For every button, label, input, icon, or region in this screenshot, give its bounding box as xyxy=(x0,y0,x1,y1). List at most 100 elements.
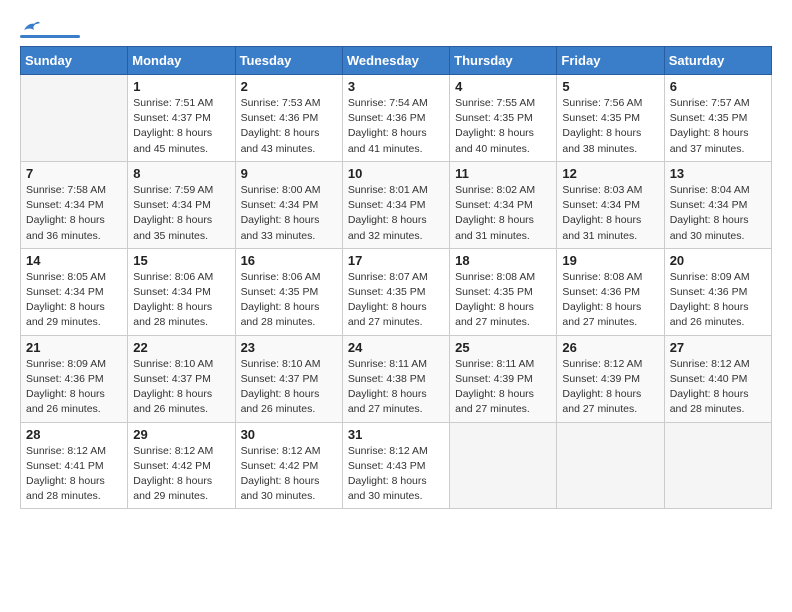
calendar-week-row: 7Sunrise: 7:58 AM Sunset: 4:34 PM Daylig… xyxy=(21,161,772,248)
day-number: 19 xyxy=(562,253,658,268)
day-number: 11 xyxy=(455,166,551,181)
day-number: 12 xyxy=(562,166,658,181)
calendar-week-row: 1Sunrise: 7:51 AM Sunset: 4:37 PM Daylig… xyxy=(21,75,772,162)
calendar-week-row: 28Sunrise: 8:12 AM Sunset: 4:41 PM Dayli… xyxy=(21,422,772,509)
calendar-cell: 24 Sunrise: 8:11 AM Sunset: 4:38 PM Dayli… xyxy=(342,335,449,422)
column-header-friday: Friday xyxy=(557,47,664,75)
day-info: Sunrise: 8:04 AM Sunset: 4:34 PM Dayligh… xyxy=(670,183,766,244)
day-info: Sunrise: 8:08 AM Sunset: 4:36 PM Dayligh… xyxy=(562,270,658,331)
day-number: 17 xyxy=(348,253,444,268)
calendar-cell: 12 Sunrise: 8:03 AM Sunset: 4:34 PM Dayli… xyxy=(557,161,664,248)
logo-bird-icon xyxy=(22,20,40,34)
calendar-cell: 9 Sunrise: 8:00 AM Sunset: 4:34 PM Daylig… xyxy=(235,161,342,248)
calendar-cell: 7Sunrise: 7:58 AM Sunset: 4:34 PM Daylig… xyxy=(21,161,128,248)
calendar-week-row: 21 Sunrise: 8:09 AM Sunset: 4:36 PM Dayli… xyxy=(21,335,772,422)
day-number: 16 xyxy=(241,253,337,268)
day-info: Sunrise: 8:01 AM Sunset: 4:34 PM Dayligh… xyxy=(348,183,444,244)
day-number: 13 xyxy=(670,166,766,181)
calendar-cell xyxy=(664,422,771,509)
calendar-cell: 5 Sunrise: 7:56 AM Sunset: 4:35 PM Daylig… xyxy=(557,75,664,162)
day-number: 6 xyxy=(670,79,766,94)
day-number: 25 xyxy=(455,340,551,355)
calendar-cell: 1Sunrise: 7:51 AM Sunset: 4:37 PM Daylig… xyxy=(128,75,235,162)
day-info: Sunrise: 8:11 AM Sunset: 4:39 PM Dayligh… xyxy=(455,357,551,418)
day-info: Sunrise: 7:56 AM Sunset: 4:35 PM Dayligh… xyxy=(562,96,658,157)
day-number: 20 xyxy=(670,253,766,268)
day-info: Sunrise: 8:12 AM Sunset: 4:42 PM Dayligh… xyxy=(133,444,229,505)
calendar-cell: 19 Sunrise: 8:08 AM Sunset: 4:36 PM Dayli… xyxy=(557,248,664,335)
calendar-cell: 25 Sunrise: 8:11 AM Sunset: 4:39 PM Dayli… xyxy=(450,335,557,422)
day-number: 24 xyxy=(348,340,444,355)
calendar-table: SundayMondayTuesdayWednesdayThursdayFrid… xyxy=(20,46,772,509)
column-header-wednesday: Wednesday xyxy=(342,47,449,75)
calendar-cell: 26Sunrise: 8:12 AM Sunset: 4:39 PM Dayli… xyxy=(557,335,664,422)
day-info: Sunrise: 8:08 AM Sunset: 4:35 PM Dayligh… xyxy=(455,270,551,331)
day-info: Sunrise: 8:06 AM Sunset: 4:35 PM Dayligh… xyxy=(241,270,337,331)
calendar-cell: 15 Sunrise: 8:06 AM Sunset: 4:34 PM Dayli… xyxy=(128,248,235,335)
day-number: 31 xyxy=(348,427,444,442)
day-info: Sunrise: 8:03 AM Sunset: 4:34 PM Dayligh… xyxy=(562,183,658,244)
day-number: 4 xyxy=(455,79,551,94)
calendar-cell: 23Sunrise: 8:10 AM Sunset: 4:37 PM Dayli… xyxy=(235,335,342,422)
day-info: Sunrise: 8:09 AM Sunset: 4:36 PM Dayligh… xyxy=(670,270,766,331)
day-number: 3 xyxy=(348,79,444,94)
day-info: Sunrise: 8:05 AM Sunset: 4:34 PM Dayligh… xyxy=(26,270,122,331)
day-info: Sunrise: 8:12 AM Sunset: 4:43 PM Dayligh… xyxy=(348,444,444,505)
page-header xyxy=(20,20,772,38)
column-header-sunday: Sunday xyxy=(21,47,128,75)
calendar-cell: 13 Sunrise: 8:04 AM Sunset: 4:34 PM Dayli… xyxy=(664,161,771,248)
day-info: Sunrise: 7:59 AM Sunset: 4:34 PM Dayligh… xyxy=(133,183,229,244)
day-number: 5 xyxy=(562,79,658,94)
day-number: 22 xyxy=(133,340,229,355)
day-info: Sunrise: 8:02 AM Sunset: 4:34 PM Dayligh… xyxy=(455,183,551,244)
calendar-cell: 3 Sunrise: 7:54 AM Sunset: 4:36 PM Daylig… xyxy=(342,75,449,162)
day-number: 14 xyxy=(26,253,122,268)
calendar-cell: 17 Sunrise: 8:07 AM Sunset: 4:35 PM Dayli… xyxy=(342,248,449,335)
calendar-header-row: SundayMondayTuesdayWednesdayThursdayFrid… xyxy=(21,47,772,75)
day-info: Sunrise: 8:09 AM Sunset: 4:36 PM Dayligh… xyxy=(26,357,122,418)
day-number: 30 xyxy=(241,427,337,442)
calendar-cell: 21 Sunrise: 8:09 AM Sunset: 4:36 PM Dayli… xyxy=(21,335,128,422)
day-info: Sunrise: 7:58 AM Sunset: 4:34 PM Dayligh… xyxy=(26,183,122,244)
day-number: 8 xyxy=(133,166,229,181)
calendar-cell: 2Sunrise: 7:53 AM Sunset: 4:36 PM Daylig… xyxy=(235,75,342,162)
calendar-cell: 28Sunrise: 8:12 AM Sunset: 4:41 PM Dayli… xyxy=(21,422,128,509)
calendar-cell: 16 Sunrise: 8:06 AM Sunset: 4:35 PM Dayli… xyxy=(235,248,342,335)
calendar-cell: 4 Sunrise: 7:55 AM Sunset: 4:35 PM Daylig… xyxy=(450,75,557,162)
day-number: 28 xyxy=(26,427,122,442)
logo xyxy=(20,20,80,38)
calendar-cell: 18 Sunrise: 8:08 AM Sunset: 4:35 PM Dayli… xyxy=(450,248,557,335)
day-info: Sunrise: 8:10 AM Sunset: 4:37 PM Dayligh… xyxy=(133,357,229,418)
calendar-cell: 10 Sunrise: 8:01 AM Sunset: 4:34 PM Dayli… xyxy=(342,161,449,248)
column-header-thursday: Thursday xyxy=(450,47,557,75)
calendar-cell: 8 Sunrise: 7:59 AM Sunset: 4:34 PM Daylig… xyxy=(128,161,235,248)
day-number: 10 xyxy=(348,166,444,181)
day-number: 9 xyxy=(241,166,337,181)
column-header-tuesday: Tuesday xyxy=(235,47,342,75)
day-number: 23 xyxy=(241,340,337,355)
calendar-week-row: 14 Sunrise: 8:05 AM Sunset: 4:34 PM Dayli… xyxy=(21,248,772,335)
day-info: Sunrise: 8:06 AM Sunset: 4:34 PM Dayligh… xyxy=(133,270,229,331)
day-info: Sunrise: 7:57 AM Sunset: 4:35 PM Dayligh… xyxy=(670,96,766,157)
day-number: 15 xyxy=(133,253,229,268)
day-number: 26 xyxy=(562,340,658,355)
day-info: Sunrise: 7:55 AM Sunset: 4:35 PM Dayligh… xyxy=(455,96,551,157)
day-info: Sunrise: 8:07 AM Sunset: 4:35 PM Dayligh… xyxy=(348,270,444,331)
day-info: Sunrise: 7:51 AM Sunset: 4:37 PM Dayligh… xyxy=(133,96,229,157)
calendar-cell xyxy=(450,422,557,509)
calendar-cell: 20 Sunrise: 8:09 AM Sunset: 4:36 PM Dayli… xyxy=(664,248,771,335)
day-info: Sunrise: 8:00 AM Sunset: 4:34 PM Dayligh… xyxy=(241,183,337,244)
day-info: Sunrise: 8:11 AM Sunset: 4:38 PM Dayligh… xyxy=(348,357,444,418)
calendar-cell: 31 Sunrise: 8:12 AM Sunset: 4:43 PM Dayli… xyxy=(342,422,449,509)
calendar-cell: 30Sunrise: 8:12 AM Sunset: 4:42 PM Dayli… xyxy=(235,422,342,509)
calendar-cell: 11 Sunrise: 8:02 AM Sunset: 4:34 PM Dayli… xyxy=(450,161,557,248)
calendar-cell xyxy=(557,422,664,509)
day-number: 27 xyxy=(670,340,766,355)
day-info: Sunrise: 7:53 AM Sunset: 4:36 PM Dayligh… xyxy=(241,96,337,157)
calendar-cell: 22 Sunrise: 8:10 AM Sunset: 4:37 PM Dayli… xyxy=(128,335,235,422)
day-number: 21 xyxy=(26,340,122,355)
calendar-cell: 14 Sunrise: 8:05 AM Sunset: 4:34 PM Dayli… xyxy=(21,248,128,335)
day-info: Sunrise: 7:54 AM Sunset: 4:36 PM Dayligh… xyxy=(348,96,444,157)
day-number: 18 xyxy=(455,253,551,268)
day-number: 29 xyxy=(133,427,229,442)
